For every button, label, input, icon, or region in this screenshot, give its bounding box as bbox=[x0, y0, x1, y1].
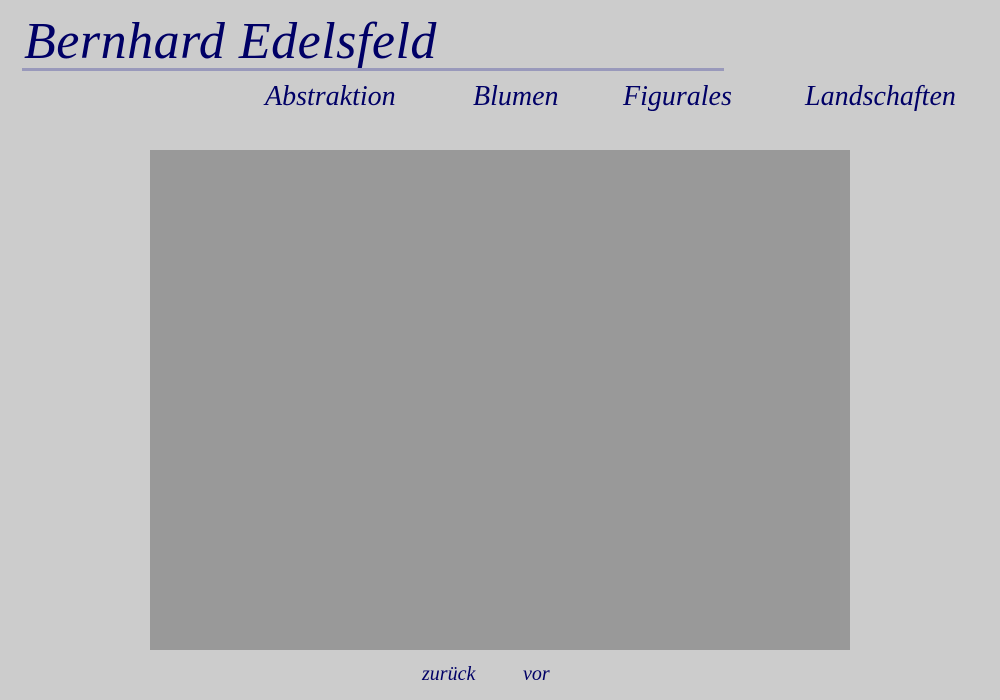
nav-link-landschaften[interactable]: Landschaften bbox=[805, 80, 956, 114]
title-underline bbox=[22, 68, 724, 71]
site-title: Bernhard Edelsfeld bbox=[24, 13, 437, 70]
nav-link-abstraktion[interactable]: Abstraktion bbox=[265, 80, 396, 114]
gallery-image-placeholder bbox=[150, 150, 850, 650]
next-link[interactable]: vor bbox=[523, 662, 550, 686]
previous-link[interactable]: zurück bbox=[422, 662, 475, 686]
nav-link-figurales[interactable]: Figurales bbox=[623, 80, 732, 114]
nav-link-blumen[interactable]: Blumen bbox=[473, 80, 559, 114]
